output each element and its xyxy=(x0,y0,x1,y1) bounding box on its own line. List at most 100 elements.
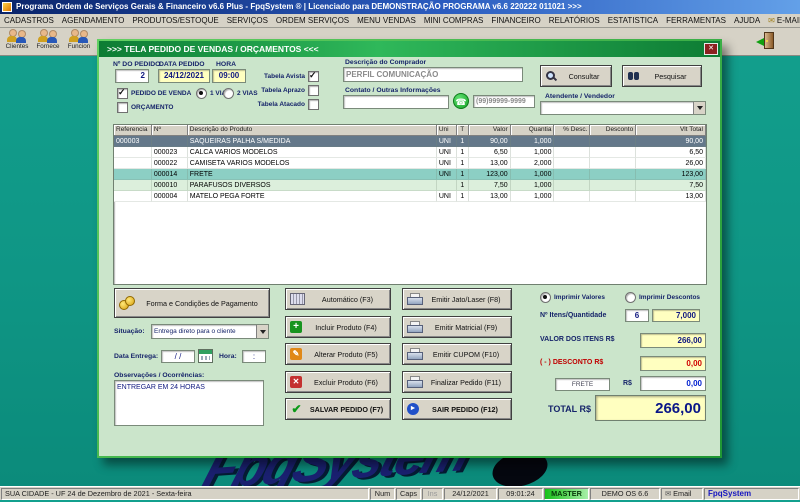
menu-item-label: MINI COMPRAS xyxy=(423,15,484,25)
comprador-input[interactable]: PERFIL COMUNICAÇÃO xyxy=(343,67,523,82)
tabela-avista-checkbox[interactable] xyxy=(308,70,319,82)
table-cell: UNI xyxy=(436,169,457,180)
menu-item-ferramentas[interactable]: FERRAMENTAS xyxy=(662,14,730,28)
table-cell xyxy=(114,191,152,202)
whatsapp-icon[interactable]: ☎ xyxy=(453,93,469,109)
consultar-button[interactable]: Consultar xyxy=(540,65,612,87)
status-email-label: Email xyxy=(673,489,692,498)
status-email[interactable]: ✉ Email xyxy=(661,488,703,500)
table-cell: UNI xyxy=(436,136,457,147)
total-field: 266,00 xyxy=(595,395,706,421)
table-row[interactable]: 000022 CAMISETA VARIOS MODELOS UNI 1 13,00 2,… xyxy=(114,158,706,169)
atendente-select[interactable] xyxy=(540,101,706,115)
payment-button[interactable]: Forma e Condições de Pagamento xyxy=(114,288,270,318)
situacao-select[interactable]: Entrega direto para o cliente xyxy=(151,324,269,339)
column-header[interactable]: Vlt Total xyxy=(636,125,706,136)
column-header[interactable]: Desconto xyxy=(590,125,637,136)
column-header[interactable]: Descrição do Produto xyxy=(187,125,437,136)
menu-item-relat-rios[interactable]: RELATÓRIOS xyxy=(545,14,604,28)
menu-item-estatistica[interactable]: ESTATISTICA xyxy=(604,14,662,28)
calendar-icon[interactable] xyxy=(198,349,213,363)
table-cell xyxy=(554,169,591,180)
hora-pedido-field[interactable]: 09:00 xyxy=(212,69,246,83)
exit-button[interactable] xyxy=(750,29,784,55)
table-row[interactable]: 000003 SAQUEIRAS PALHA S/MEDIDA UNI 1 90,00 1… xyxy=(114,136,706,147)
toolbar-item-fornece[interactable]: Fornece xyxy=(33,28,63,55)
column-header[interactable]: Referencia xyxy=(114,125,152,136)
incluir-produto-button[interactable]: + Incluir Produto (F4) xyxy=(285,316,391,338)
sair-pedido-button[interactable]: ► SAIR PEDIDO (F12) xyxy=(402,398,512,420)
menu-item-e-mail[interactable]: ✉E-MAIL xyxy=(764,14,800,28)
window-close-button[interactable]: ✕ xyxy=(704,43,718,55)
imprimir-valores-radio[interactable] xyxy=(540,292,551,303)
data-pedido-field[interactable]: 24/12/2021 xyxy=(158,69,210,83)
menu-bar: CADASTROS AGENDAMENTO PRODUTOS/ESTOQUE SERV… xyxy=(0,14,800,28)
table-cell xyxy=(590,136,637,147)
via2-radio[interactable] xyxy=(223,88,234,99)
automatico-button[interactable]: Automático (F3) xyxy=(285,288,391,310)
num-pedido-label: Nº DO PEDIDO xyxy=(113,61,161,68)
menu-item-cadastros[interactable]: CADASTROS xyxy=(0,14,58,28)
menu-item-ordem-servi-os[interactable]: ORDEM SERVIÇOS xyxy=(272,14,353,28)
status-time: 09:01:24 xyxy=(498,488,543,500)
entrega-date-field[interactable]: / / xyxy=(161,350,195,363)
titlebar-text: Programa Ordem de Serviços Gerais & Fina… xyxy=(16,2,582,11)
column-header[interactable]: T xyxy=(456,125,469,136)
column-header[interactable]: Quantia xyxy=(510,125,555,136)
menu-item-agendamento[interactable]: AGENDAMENTO xyxy=(58,14,129,28)
pedido-venda-checkbox[interactable] xyxy=(117,87,128,99)
menu-item-servi-os[interactable]: SERVIÇOS xyxy=(223,14,272,28)
salvar-pedido-button[interactable]: ✔ SALVAR PEDIDO (F7) xyxy=(285,398,391,420)
tabela-atacado-checkbox[interactable] xyxy=(308,99,319,110)
menu-item-mini-compras[interactable]: MINI COMPRAS xyxy=(420,14,488,28)
table-cell: 000023 xyxy=(151,147,188,158)
via1-radio[interactable] xyxy=(196,88,207,99)
entrega-hora-field[interactable]: : xyxy=(242,350,266,363)
menu-item-produtos-estoque[interactable]: PRODUTOS/ESTOQUE xyxy=(128,14,222,28)
menu-item-ajuda[interactable]: AJUDA xyxy=(730,14,764,28)
table-row[interactable]: 000004 MATELO PEGA FORTE UNI 1 13,00 1,000 13,… xyxy=(114,191,706,202)
orcamento-checkbox[interactable] xyxy=(117,102,128,113)
emitir-jato-button[interactable]: Emitir Jato/Laser (F8) xyxy=(402,288,512,310)
finalizar-pedido-button[interactable]: Finalizar Pedido (F11) xyxy=(402,371,512,393)
num-pedido-field[interactable]: 2 xyxy=(115,69,149,83)
column-header[interactable]: Uni xyxy=(436,125,457,136)
imprimir-descontos-radio[interactable] xyxy=(625,292,636,303)
table-cell: 000022 xyxy=(151,158,188,169)
alterar-produto-button[interactable]: ✎ Alterar Produto (F5) xyxy=(285,343,391,365)
column-header[interactable]: Valor xyxy=(468,125,511,136)
table-row[interactable]: 000014 FRETE UNI 1 123,00 1,000 123,00 xyxy=(114,169,706,180)
table-cell: 1 xyxy=(456,136,469,147)
tabela-aprazo-checkbox[interactable] xyxy=(308,85,319,96)
imprimir-valores-label: Imprimir Valores xyxy=(554,294,605,301)
column-header[interactable]: Nº xyxy=(151,125,188,136)
menu-item-label: RELATÓRIOS xyxy=(548,15,600,25)
emitir-matricial-button[interactable]: Emitir Matricial (F9) xyxy=(402,316,512,338)
table-cell: CAMISETA VARIOS MODELOS xyxy=(187,158,437,169)
frete-field[interactable]: 0,00 xyxy=(640,376,706,391)
table-cell xyxy=(436,180,457,191)
table-row[interactable]: 000010 PARAFUSOS DIVERSOS 1 7,50 1,000 7,50 xyxy=(114,180,706,191)
observacoes-textarea[interactable]: ENTREGAR EM 24 HORAS xyxy=(114,380,264,426)
chevron-down-icon[interactable] xyxy=(693,102,705,114)
atendente-label: Atendente / Vendedor xyxy=(545,93,615,100)
table-cell xyxy=(554,180,591,191)
column-header[interactable]: % Desc. xyxy=(554,125,591,136)
menu-item-menu-vendas[interactable]: MENU VENDAS xyxy=(353,14,420,28)
table-cell: 7,50 xyxy=(636,180,706,191)
phone-input[interactable]: (99)99999-9999 xyxy=(473,95,535,108)
pesquisar-button[interactable]: Pesquisar xyxy=(622,65,702,87)
frete-label-field[interactable]: FRETE xyxy=(555,378,610,391)
toolbar-item-funcion[interactable]: Funcion xyxy=(64,28,94,55)
excluir-produto-button[interactable]: ✕ Excluir Produto (F6) xyxy=(285,371,391,393)
emitir-cupom-button[interactable]: Emitir CUPOM (F10) xyxy=(402,343,512,365)
contato-input[interactable] xyxy=(343,95,449,109)
toolbar-item-clientes[interactable]: Clientes xyxy=(2,28,32,55)
emitir-cupom-label: Emitir CUPOM (F10) xyxy=(432,349,500,359)
chevron-down-icon[interactable] xyxy=(256,325,268,338)
table-row[interactable]: 000023 CALCA VARIOS MODELOS UNI 1 6,50 1,000 6… xyxy=(114,147,706,158)
status-ins: Ins xyxy=(422,488,443,500)
delete-icon: ✕ xyxy=(290,376,302,388)
table-cell xyxy=(554,158,591,169)
menu-item-financeiro[interactable]: FINANCEIRO xyxy=(487,14,544,28)
